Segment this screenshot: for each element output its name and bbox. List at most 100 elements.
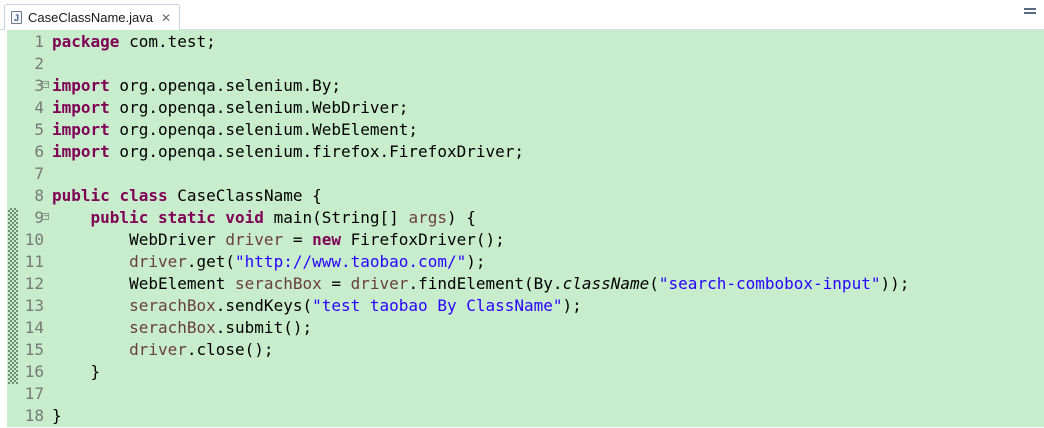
code-line[interactable]: 5 import org.openqa.selenium.WebElement; — [20, 120, 1040, 142]
code-token: .findElement(By. — [408, 274, 563, 293]
code-line[interactable]: 3− import org.openqa.selenium.By; — [20, 76, 1040, 98]
close-icon[interactable]: ✕ — [161, 11, 171, 25]
code-token: org.openqa.selenium.WebElement; — [109, 120, 419, 139]
java-editor: J CaseClassName.java ✕ 1 package com.test… — [0, 0, 1044, 427]
code-line[interactable]: 13 serachBox.sendKeys("test taobao By Cl… — [20, 296, 1040, 318]
code-text: import org.openqa.selenium.WebDriver; — [52, 98, 408, 120]
code-token: )); — [880, 274, 910, 293]
line-number: 12 — [24, 274, 44, 293]
code-text: import org.openqa.selenium.By; — [52, 76, 341, 98]
code-text: import org.openqa.selenium.firefox.Firef… — [52, 142, 524, 164]
line-number: 5 — [34, 120, 44, 139]
code-line[interactable]: 11 driver.get("http://www.taobao.com/"); — [20, 252, 1040, 274]
line-number: 11 — [24, 252, 44, 271]
code-area[interactable]: 1 package com.test; 2 3− import org.openqa.s… — [0, 30, 1044, 427]
code-line[interactable]: 1 package com.test; — [20, 32, 1040, 54]
code-text: public class CaseClassName { — [52, 186, 322, 208]
line-number: 6 — [34, 142, 44, 161]
code-line[interactable]: 17 — [20, 384, 1040, 406]
code-token: main(String[] — [263, 208, 409, 227]
code-token: ); — [562, 296, 582, 315]
line-number: 10 — [24, 230, 44, 249]
code-token: serachBox — [235, 274, 322, 293]
code-line[interactable]: 4 import org.openqa.selenium.WebDriver; — [20, 98, 1040, 120]
code-line[interactable]: 8 public class CaseClassName { — [20, 186, 1040, 208]
code-token: new — [312, 230, 341, 249]
code-token: driver — [129, 252, 187, 271]
fold-toggle-icon[interactable]: − — [42, 81, 49, 88]
code-token: import — [52, 142, 110, 161]
code-lines: 1 package com.test; 2 3− import org.openqa.s… — [20, 32, 1040, 428]
code-text: serachBox.sendKeys("test taobao By Class… — [52, 296, 582, 318]
code-token: "test taobao By ClassName" — [312, 296, 563, 315]
view-menu-icon[interactable] — [1024, 8, 1036, 18]
code-token: ); — [466, 252, 486, 271]
code-line[interactable]: 10 WebDriver driver = new FirefoxDriver(… — [20, 230, 1040, 252]
code-token: import — [52, 98, 110, 117]
code-token: org.openqa.selenium.By; — [109, 76, 341, 95]
code-token: WebDriver — [52, 230, 226, 249]
code-token: FirefoxDriver(); — [341, 230, 505, 249]
line-number: 18 — [24, 406, 44, 425]
line-number: 15 — [24, 340, 44, 359]
fold-toggle-icon[interactable]: − — [42, 213, 49, 220]
code-token: static — [157, 208, 216, 227]
code-token: public — [52, 186, 110, 205]
code-token: = — [321, 274, 351, 293]
code-token: .get( — [186, 252, 236, 271]
code-token: com.test; — [119, 32, 216, 51]
code-line[interactable]: 9− public static void main(String[] args… — [20, 208, 1040, 230]
code-token: .sendKeys( — [215, 296, 313, 315]
code-token: .submit(); — [215, 318, 313, 337]
code-token: driver — [129, 340, 187, 359]
line-number: 2 — [34, 54, 44, 73]
line-number: 9− — [34, 208, 49, 227]
code-line[interactable]: 7 — [20, 164, 1040, 186]
code-token: className — [562, 274, 650, 293]
code-line[interactable]: 14 serachBox.submit(); — [20, 318, 1040, 340]
code-line[interactable]: 15 driver.close(); — [20, 340, 1040, 362]
change-marker — [8, 208, 18, 384]
code-text: WebDriver driver = new FirefoxDriver(); — [52, 230, 505, 252]
code-token: = — [283, 230, 313, 249]
java-file-icon: J — [11, 11, 22, 24]
code-token: driver — [225, 230, 284, 249]
code-text: } — [52, 406, 62, 428]
code-token: public — [90, 208, 149, 227]
code-line[interactable]: 16 } — [20, 362, 1040, 384]
code-token: class — [119, 186, 168, 205]
code-line[interactable]: 18} — [20, 406, 1040, 428]
editor-tab-caseclassname[interactable]: J CaseClassName.java ✕ — [4, 4, 181, 30]
code-token: import — [52, 76, 110, 95]
line-number: 14 — [24, 318, 44, 337]
code-token: driver — [350, 274, 409, 293]
tab-label: CaseClassName.java — [28, 10, 153, 25]
line-number: 13 — [24, 296, 44, 315]
code-text: } — [52, 362, 101, 384]
editor-left-margin — [0, 30, 7, 427]
line-number: 1 — [34, 32, 44, 51]
change-ruler — [7, 30, 20, 427]
code-line[interactable]: 6 import org.openqa.selenium.firefox.Fire… — [20, 142, 1040, 164]
line-number: 7 — [34, 164, 44, 183]
code-line[interactable]: 2 — [20, 54, 1040, 76]
code-text: public static void main(String[] args) { — [52, 208, 476, 230]
code-token: WebElement — [52, 274, 236, 293]
code-token: args — [408, 208, 447, 227]
code-text: WebElement serachBox = driver.findElemen… — [52, 274, 909, 296]
code-token: void — [225, 208, 264, 227]
line-number: 4 — [34, 98, 44, 117]
line-number: 8 — [34, 186, 44, 205]
code-token: "http://www.taobao.com/" — [235, 252, 467, 271]
line-number: 17 — [24, 384, 44, 403]
code-line[interactable]: 12 WebElement serachBox = driver.findEle… — [20, 274, 1040, 296]
code-token: CaseClassName { — [167, 186, 322, 205]
line-number: 3− — [34, 76, 49, 95]
code-token: } — [52, 362, 101, 381]
